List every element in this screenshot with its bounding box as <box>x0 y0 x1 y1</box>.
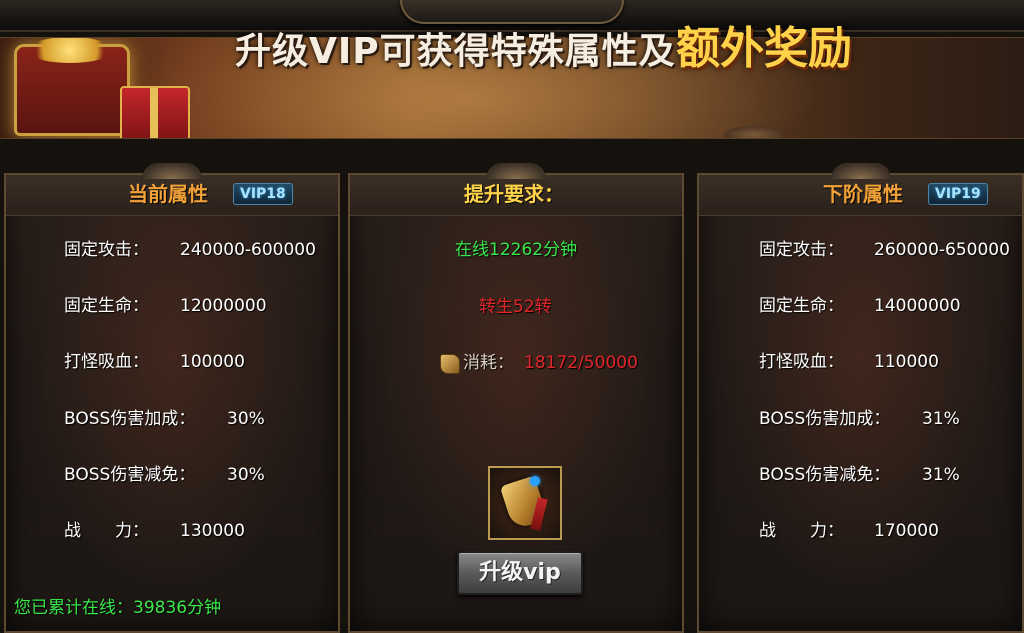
next-stat-label: BOSS伤害减免： <box>759 465 891 485</box>
gem-icon <box>530 476 540 486</box>
next-stat-label: BOSS伤害加成： <box>759 409 891 429</box>
next-stat-label: 战 力： <box>759 521 844 541</box>
current-vip-badge: VIP18 <box>233 183 293 205</box>
next-stat-value: 170000 <box>874 521 939 541</box>
requirements-title: 提升要求： <box>464 182 564 206</box>
banner-highlight: 额外奖励 <box>676 23 852 74</box>
required-online-time: 在线12262分钟 <box>455 240 578 260</box>
next-stat-value: 260000-650000 <box>874 240 1010 260</box>
gift-box-icon <box>120 86 190 138</box>
panel-crest <box>142 163 202 179</box>
next-attributes-title: 下阶属性 <box>823 182 903 206</box>
next-stat-label: 打怪吸血： <box>759 352 844 372</box>
current-stat-label: 打怪吸血： <box>64 352 149 372</box>
current-stat-label: 战 力： <box>64 521 149 541</box>
next-stat-value: 14000000 <box>874 296 961 316</box>
panel-crest <box>830 163 891 179</box>
treasure-chest-icon <box>14 38 130 136</box>
next-stat-value: 31% <box>922 465 960 485</box>
current-stat-value: 30% <box>227 409 265 429</box>
next-stat-label: 固定生命： <box>759 296 844 316</box>
scroll-icon <box>440 354 460 374</box>
current-attributes-title: 当前属性 <box>128 182 208 206</box>
current-stat-label: 固定生命： <box>64 296 149 316</box>
banner-title: 升级VIP可获得特殊属性及 <box>235 31 676 72</box>
current-stat-label: BOSS伤害加成： <box>64 409 196 429</box>
current-stat-value: 240000-600000 <box>180 240 316 260</box>
next-stat-label: 固定攻击： <box>759 240 844 260</box>
next-stat-value: 31% <box>922 409 960 429</box>
current-stat-label: BOSS伤害减免： <box>64 465 196 485</box>
current-stat-value: 30% <box>227 465 265 485</box>
reward-item-slot[interactable] <box>488 466 562 540</box>
next-vip-badge: VIP19 <box>928 183 988 205</box>
required-rebirth: 转生52转 <box>479 297 552 317</box>
next-stat-value: 110000 <box>874 352 939 372</box>
upgrade-vip-button[interactable]: 升级vip <box>457 551 583 595</box>
panel-crest <box>486 163 546 179</box>
cost-value: 18172/50000 <box>524 353 638 373</box>
cost-label: 消耗： <box>463 353 514 373</box>
top-ornament <box>400 0 624 24</box>
current-stat-value: 130000 <box>180 521 245 541</box>
current-stat-value: 12000000 <box>180 296 267 316</box>
current-stat-value: 100000 <box>180 352 245 372</box>
current-stat-label: 固定攻击： <box>64 240 149 260</box>
coin-icon <box>724 126 784 138</box>
accumulated-online-time: 您已累计在线：39836分钟 <box>14 598 222 618</box>
